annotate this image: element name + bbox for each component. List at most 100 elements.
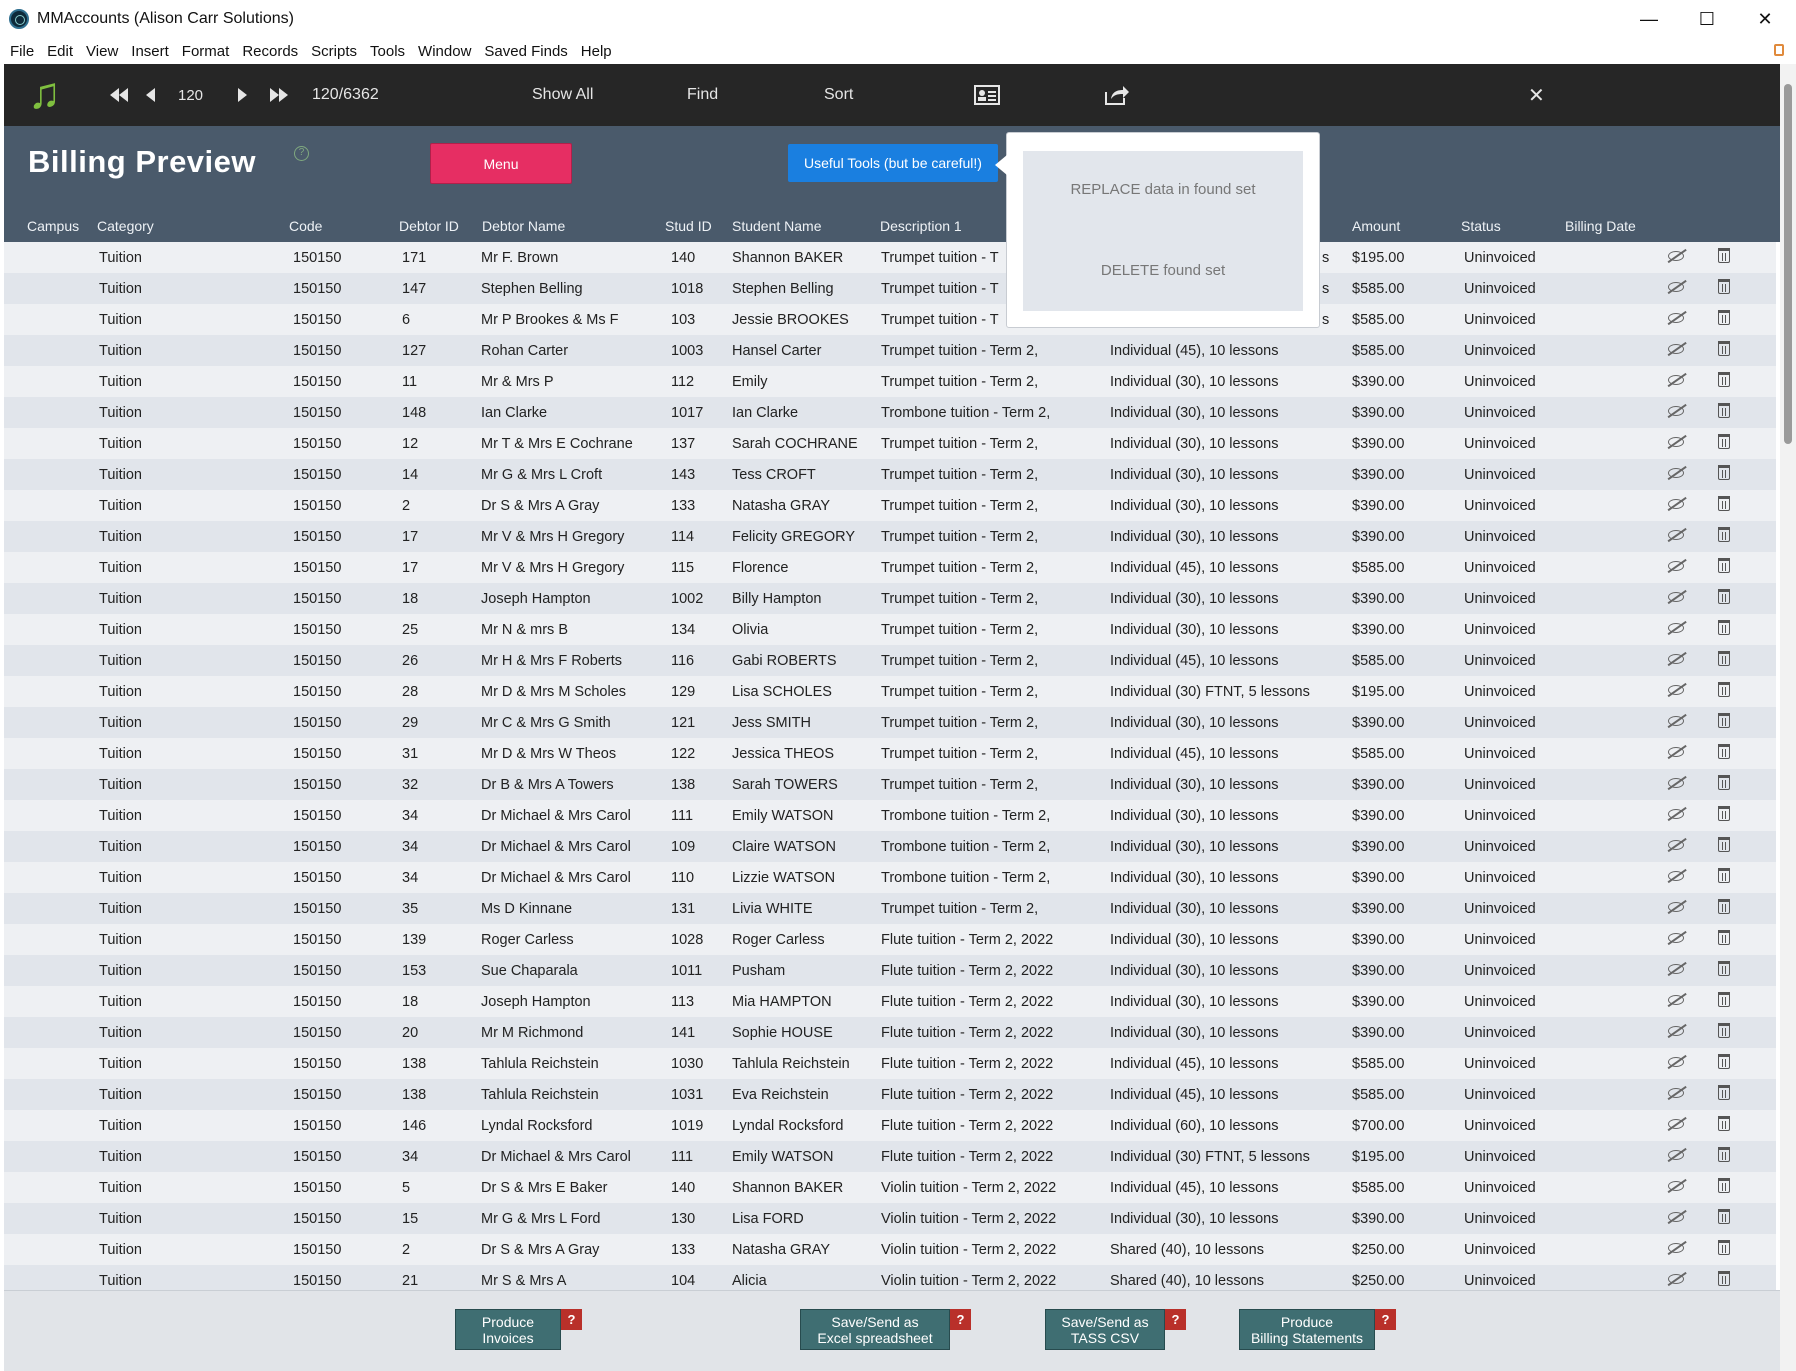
column-header-student-name[interactable]: Student Name xyxy=(732,218,822,234)
trash-icon[interactable] xyxy=(1718,744,1730,759)
hide-eye-icon[interactable] xyxy=(1668,902,1684,912)
cell-student-name[interactable]: Natasha GRAY xyxy=(732,1242,872,1258)
cell-status[interactable]: Uninvoiced xyxy=(1464,870,1536,886)
cell-description-2[interactable]: Individual (30) FTNT, 5 lessons xyxy=(1110,684,1338,700)
cell-student-name[interactable]: Lizzie WATSON xyxy=(732,870,872,886)
trash-icon[interactable] xyxy=(1718,558,1730,573)
cell-debtor-id[interactable]: 34 xyxy=(402,808,418,824)
cell-status[interactable]: Uninvoiced xyxy=(1464,746,1536,762)
cell-status[interactable]: Uninvoiced xyxy=(1464,1242,1536,1258)
hide-eye-icon[interactable] xyxy=(1668,1274,1684,1284)
cell-description-1[interactable]: Trumpet tuition - Term 2, xyxy=(881,374,1077,390)
cell-amount[interactable]: $585.00 xyxy=(1352,281,1404,297)
cell-description-1[interactable]: Trumpet tuition - Term 2, xyxy=(881,777,1077,793)
cell-status[interactable]: Uninvoiced xyxy=(1464,963,1536,979)
cell-description-2[interactable]: Individual (30), 10 lessons xyxy=(1110,808,1338,824)
cell-status[interactable]: Uninvoiced xyxy=(1464,808,1536,824)
cell-description-1[interactable]: Trombone tuition - Term 2, xyxy=(881,870,1077,886)
produce-invoices-button[interactable]: Produce Invoices xyxy=(455,1309,561,1350)
hide-eye-icon[interactable] xyxy=(1668,437,1684,447)
cell-student-name[interactable]: Sarah TOWERS xyxy=(732,777,872,793)
column-header-debtor-name[interactable]: Debtor Name xyxy=(482,218,565,234)
cell-description-2[interactable]: Individual (30), 10 lessons xyxy=(1110,1025,1338,1041)
cell-category[interactable]: Tuition xyxy=(99,374,142,390)
table-row[interactable]: Tuition 150150 18 Joseph Hampton 1002 Billy H… xyxy=(4,583,1776,614)
cell-debtor-id[interactable]: 127 xyxy=(402,343,426,359)
cell-description-1[interactable]: Trumpet tuition - Term 2, xyxy=(881,467,1077,483)
trash-icon[interactable] xyxy=(1718,589,1730,604)
cell-debtor-name[interactable]: Mr C & Mrs G Smith xyxy=(481,715,651,731)
cell-amount[interactable]: $390.00 xyxy=(1352,529,1404,545)
cell-status[interactable]: Uninvoiced xyxy=(1464,653,1536,669)
cell-code[interactable]: 150150 xyxy=(293,467,341,483)
cell-description-1[interactable]: Trumpet tuition - Term 2, xyxy=(881,529,1077,545)
cell-debtor-id[interactable]: 12 xyxy=(402,436,418,452)
cell-description-2[interactable]: Individual (30), 10 lessons xyxy=(1110,715,1338,731)
cell-stud-id[interactable]: 104 xyxy=(671,1273,695,1289)
cell-amount[interactable]: $585.00 xyxy=(1352,343,1404,359)
hide-eye-icon[interactable] xyxy=(1668,375,1684,385)
cell-description-2[interactable]: Individual (45), 10 lessons xyxy=(1110,746,1338,762)
hide-eye-icon[interactable] xyxy=(1668,468,1684,478)
cell-debtor-id[interactable]: 15 xyxy=(402,1211,418,1227)
cell-status[interactable]: Uninvoiced xyxy=(1464,994,1536,1010)
cell-description-2[interactable]: Individual (30), 10 lessons xyxy=(1110,932,1338,948)
trash-icon[interactable] xyxy=(1718,868,1730,883)
cell-status[interactable]: Uninvoiced xyxy=(1464,839,1536,855)
cell-code[interactable]: 150150 xyxy=(293,281,341,297)
cell-debtor-name[interactable]: Mr M Richmond xyxy=(481,1025,651,1041)
column-header-campus[interactable]: Campus xyxy=(27,218,79,234)
cell-debtor-name[interactable]: Joseph Hampton xyxy=(481,994,651,1010)
cell-debtor-name[interactable]: Mr N & mrs B xyxy=(481,622,651,638)
cell-amount[interactable]: $390.00 xyxy=(1352,1025,1404,1041)
hide-eye-icon[interactable] xyxy=(1668,654,1684,664)
cell-student-name[interactable]: Claire WATSON xyxy=(732,839,872,855)
cell-amount[interactable]: $585.00 xyxy=(1352,746,1404,762)
cell-description-2[interactable]: Individual (30), 10 lessons xyxy=(1110,467,1338,483)
cell-stud-id[interactable]: 113 xyxy=(671,994,694,1010)
cell-description-2[interactable]: Individual (30), 10 lessons xyxy=(1110,963,1338,979)
cell-debtor-name[interactable]: Sue Chaparala xyxy=(481,963,651,979)
cell-amount[interactable]: $390.00 xyxy=(1352,591,1404,607)
hide-eye-icon[interactable] xyxy=(1668,592,1684,602)
hide-eye-icon[interactable] xyxy=(1668,809,1684,819)
hide-eye-icon[interactable] xyxy=(1668,778,1684,788)
save-tass-csv-button[interactable]: Save/Send as TASS CSV xyxy=(1045,1309,1165,1350)
trash-icon[interactable] xyxy=(1718,682,1730,697)
cell-student-name[interactable]: Emily xyxy=(732,374,872,390)
cell-category[interactable]: Tuition xyxy=(99,436,142,452)
cell-amount[interactable]: $585.00 xyxy=(1352,1180,1404,1196)
cell-category[interactable]: Tuition xyxy=(99,343,142,359)
cell-description-2[interactable]: Individual (30) FTNT, 5 lessons xyxy=(1110,1149,1338,1165)
cell-debtor-id[interactable]: 6 xyxy=(402,312,410,328)
cell-stud-id[interactable]: 1017 xyxy=(671,405,703,421)
cell-code[interactable]: 150150 xyxy=(293,839,341,855)
cell-debtor-name[interactable]: Roger Carless xyxy=(481,932,651,948)
cell-student-name[interactable]: Billy Hampton xyxy=(732,591,872,607)
cell-debtor-name[interactable]: Mr D & Mrs W Theos xyxy=(481,746,651,762)
cell-debtor-name[interactable]: Dr Michael & Mrs Carol xyxy=(481,808,651,824)
cell-amount[interactable]: $585.00 xyxy=(1352,312,1404,328)
cell-description-1[interactable]: Trumpet tuition - Term 2, xyxy=(881,746,1077,762)
first-record-button[interactable] xyxy=(110,64,128,126)
cell-category[interactable]: Tuition xyxy=(99,405,142,421)
table-row[interactable]: Tuition 150150 17 Mr V & Mrs H Gregory 115 Fl… xyxy=(4,552,1776,583)
cell-description-2[interactable]: Individual (60), 10 lessons xyxy=(1110,1118,1338,1134)
hide-eye-icon[interactable] xyxy=(1668,1181,1684,1191)
cell-student-name[interactable]: Lisa FORD xyxy=(732,1211,872,1227)
cell-description-2[interactable]: Individual (30), 10 lessons xyxy=(1110,374,1338,390)
cell-code[interactable]: 150150 xyxy=(293,436,341,452)
table-row[interactable]: Tuition 150150 14 Mr G & Mrs L Croft 143 Tess… xyxy=(4,459,1776,490)
billing-statements-help-button[interactable]: ? xyxy=(1375,1309,1396,1330)
table-row[interactable]: Tuition 150150 35 Ms D Kinnane 131 Livia WHIT… xyxy=(4,893,1776,924)
cell-student-name[interactable]: Tess CROFT xyxy=(732,467,872,483)
hide-eye-icon[interactable] xyxy=(1668,282,1684,292)
cell-status[interactable]: Uninvoiced xyxy=(1464,1118,1536,1134)
cell-status[interactable]: Uninvoiced xyxy=(1464,405,1536,421)
cell-stud-id[interactable]: 131 xyxy=(671,901,695,917)
cell-description-2[interactable]: Individual (30), 10 lessons xyxy=(1110,870,1338,886)
menu-scripts[interactable]: Scripts xyxy=(311,43,357,60)
menu-window[interactable]: Window xyxy=(418,43,471,60)
scrollbar-thumb[interactable] xyxy=(1784,84,1792,444)
cell-debtor-id[interactable]: 17 xyxy=(402,529,418,545)
